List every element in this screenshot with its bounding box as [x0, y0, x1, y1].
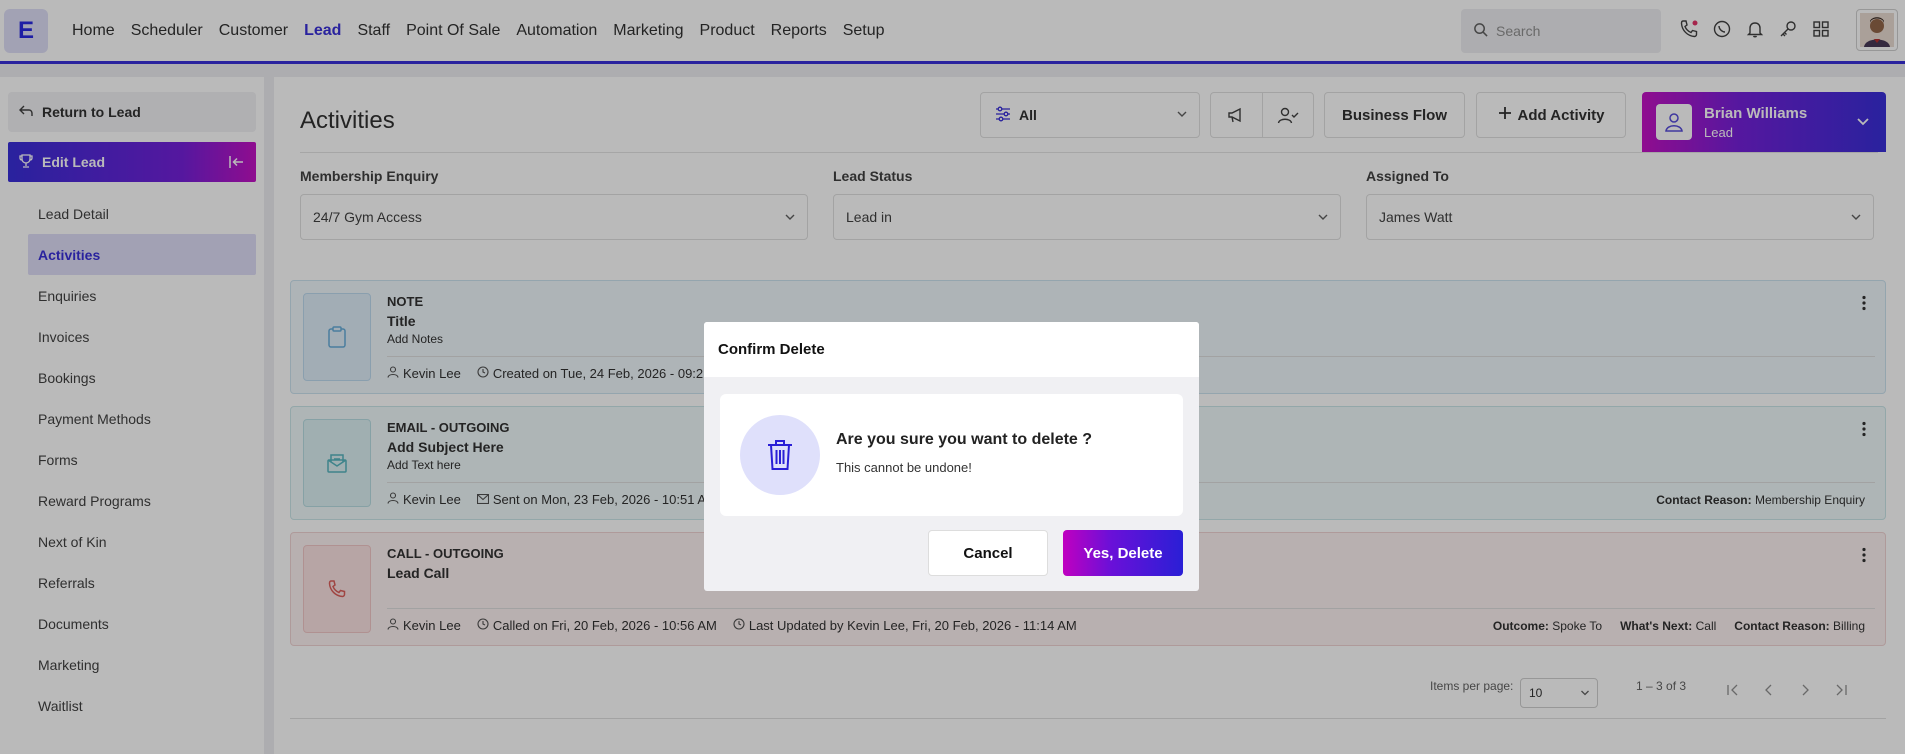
dialog-title: Confirm Delete: [704, 322, 1199, 377]
dialog-warning: This cannot be undone!: [836, 460, 972, 475]
cancel-button[interactable]: Cancel: [928, 530, 1048, 576]
confirm-delete-button[interactable]: Yes, Delete: [1063, 530, 1183, 576]
dialog-question: Are you sure you want to delete ?: [836, 431, 1093, 448]
confirm-delete-dialog: Confirm Delete Are you sure you want to …: [704, 322, 1199, 591]
trash-icon: [740, 415, 820, 495]
dialog-body: Are you sure you want to delete ? This c…: [720, 394, 1183, 516]
